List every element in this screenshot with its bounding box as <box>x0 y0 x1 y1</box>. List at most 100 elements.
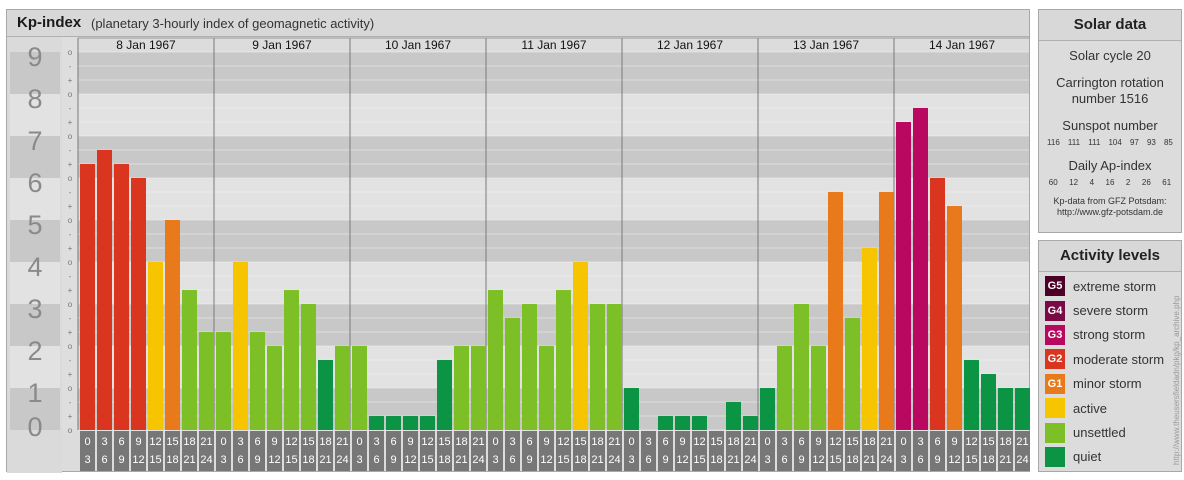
legend-swatch: G2 <box>1045 349 1065 370</box>
legend-swatch <box>1045 398 1065 419</box>
kp-bar <box>148 262 163 430</box>
interval-start-label: 0 <box>764 436 770 448</box>
interval-start-label: 3 <box>373 436 379 448</box>
kp-bar <box>811 346 826 430</box>
interval-end-label: 12 <box>540 454 552 466</box>
interval-end-label: 3 <box>764 454 770 466</box>
source-line-2: http://www.gfz-potsdam.de <box>1056 207 1164 217</box>
interval-end-label: 3 <box>900 454 906 466</box>
minor-tick-label: + <box>68 244 73 253</box>
interval-start-label: 9 <box>271 436 277 448</box>
day-label: 11 Jan 1967 <box>521 38 586 52</box>
interval-start-label: 0 <box>628 436 634 448</box>
kp-bar <box>624 388 639 430</box>
legend-item: G4 severe storm <box>1039 298 1181 322</box>
interval-end-label: 9 <box>254 454 260 466</box>
interval-end-label: 9 <box>934 454 940 466</box>
minor-tick-label: + <box>68 160 73 169</box>
legend-item: G1 minor storm <box>1039 372 1181 396</box>
kp-bar <box>284 290 299 430</box>
legend-label: extreme storm <box>1073 278 1157 294</box>
interval-end-label: 21 <box>455 454 467 466</box>
kp-bar <box>862 248 877 430</box>
kp-bar <box>182 290 197 430</box>
kp-bar <box>80 164 95 430</box>
chart-title-bar: Kp-index (planetary 3-hourly index of ge… <box>7 10 1029 37</box>
solar-data-title: Solar data <box>1039 10 1181 41</box>
minor-tick-label: o <box>68 384 73 393</box>
interval-start-label: 0 <box>356 436 362 448</box>
interval-start-label: 6 <box>526 436 532 448</box>
day-label: 13 Jan 1967 <box>793 38 859 52</box>
interval-start-label: 0 <box>220 436 226 448</box>
kp-bar <box>573 262 588 430</box>
interval-end-label: 21 <box>863 454 875 466</box>
kp-bar <box>556 290 571 430</box>
interval-end-label: 6 <box>917 454 923 466</box>
interval-end-label: 18 <box>982 454 994 466</box>
carrington-line-1: Carrington rotation <box>1056 75 1164 90</box>
interval-end-label: 6 <box>509 454 515 466</box>
y-tick-label: 1 <box>27 378 42 408</box>
interval-start-label: 3 <box>781 436 787 448</box>
legend-item: quiet <box>1039 445 1181 469</box>
kp-bar <box>114 164 129 430</box>
kp-bar <box>777 346 792 430</box>
legend-label: unsettled <box>1073 425 1126 441</box>
ap-value-1: 12 <box>1069 178 1079 187</box>
interval-end-label: 9 <box>390 454 396 466</box>
sunspot-value-2: 111 <box>1088 138 1101 147</box>
legend-label: quiet <box>1073 449 1102 465</box>
y-tick-label: 3 <box>27 294 42 324</box>
kp-bar <box>913 107 928 431</box>
y-band <box>78 94 1029 136</box>
minor-tick-label: - <box>69 62 72 71</box>
interval-start-label: 15 <box>574 436 586 448</box>
interval-end-label: 24 <box>608 454 620 466</box>
kp-bar <box>760 388 775 430</box>
ap-value-3: 16 <box>1105 178 1115 187</box>
interval-start-label: 3 <box>101 436 107 448</box>
interval-start-label: 6 <box>254 436 260 448</box>
minor-tick-label: - <box>69 398 72 407</box>
interval-end-label: 21 <box>999 454 1011 466</box>
kp-bar <box>488 290 503 430</box>
kp-bar <box>216 332 231 430</box>
legend-swatch <box>1045 446 1065 467</box>
y-tick-label: 5 <box>27 210 42 240</box>
kp-bar <box>828 191 843 430</box>
interval-end-label: 24 <box>1016 454 1028 466</box>
kp-bar <box>743 416 758 430</box>
interval-start-label: 21 <box>336 436 348 448</box>
interval-start-label: 9 <box>951 436 957 448</box>
interval-start-label: 6 <box>934 436 940 448</box>
kp-bar <box>403 416 418 430</box>
kp-bar <box>386 416 401 430</box>
interval-start-label: 18 <box>455 436 467 448</box>
interval-start-label: 12 <box>829 436 841 448</box>
interval-end-label: 12 <box>676 454 688 466</box>
interval-end-label: 21 <box>591 454 603 466</box>
y-tick-label: 6 <box>27 168 42 198</box>
interval-end-label: 18 <box>166 454 178 466</box>
y-tick-label: 7 <box>27 126 42 156</box>
interval-end-label: 15 <box>149 454 161 466</box>
interval-start-label: 3 <box>917 436 923 448</box>
y-tick-label: 8 <box>27 84 42 114</box>
interval-end-label: 24 <box>200 454 212 466</box>
interval-end-label: 6 <box>781 454 787 466</box>
kp-bar <box>1015 388 1030 430</box>
y-band <box>78 52 1029 94</box>
solar-data-panel: Solar data Solar cycle 20 Carrington rot… <box>1038 9 1182 233</box>
ap-title: Daily Ap-index <box>1068 158 1152 173</box>
interval-end-label: 21 <box>319 454 331 466</box>
ap-value-2: 4 <box>1089 178 1095 187</box>
day-label: 9 Jan 1967 <box>252 38 312 52</box>
interval-start-label: 6 <box>390 436 396 448</box>
interval-end-label: 15 <box>421 454 433 466</box>
interval-start-label: 6 <box>662 436 668 448</box>
interval-end-label: 9 <box>526 454 532 466</box>
credit-label: http://www.theusersfieldadn/pkg/kp_archi… <box>1172 295 1181 465</box>
legend-swatch: G3 <box>1045 324 1065 345</box>
minor-tick-label: + <box>68 328 73 337</box>
